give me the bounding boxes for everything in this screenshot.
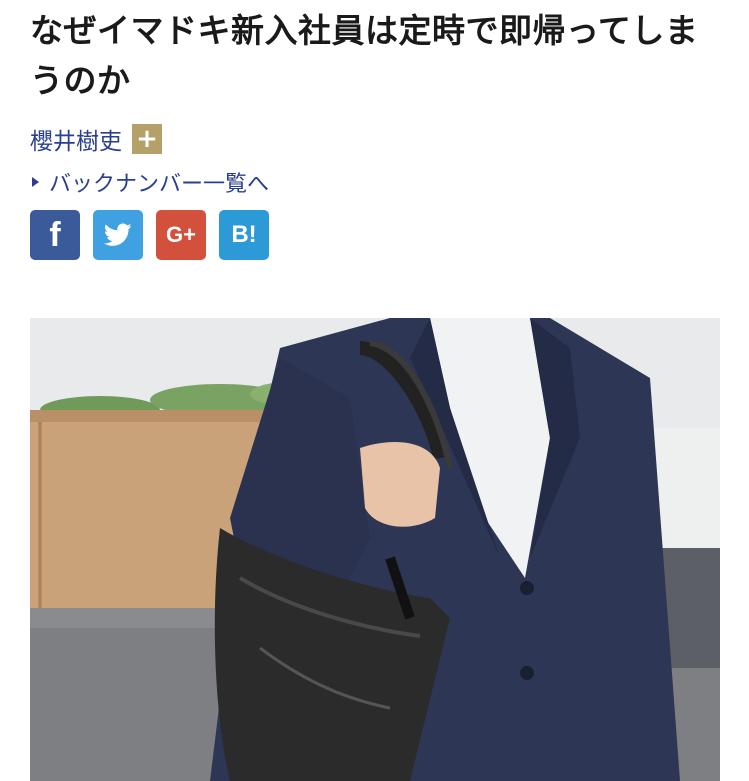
businesswoman-image (30, 318, 720, 781)
backnumber-label: バックナンバー一覧へ (49, 172, 270, 197)
share-buttons: f G+ B! (30, 210, 269, 260)
hatena-icon: B! (231, 221, 257, 248)
follow-author-button[interactable]: + (132, 124, 162, 154)
backnumber-link[interactable]: バックナンバー一覧へ (32, 166, 269, 198)
hatena-bookmark-button[interactable]: B! (219, 210, 269, 260)
googleplus-share-button[interactable]: G+ (156, 210, 206, 260)
triangle-right-icon (32, 177, 39, 187)
twitter-share-button[interactable] (93, 210, 143, 260)
facebook-share-button[interactable]: f (30, 210, 80, 260)
googleplus-icon: G+ (166, 222, 196, 247)
twitter-icon (104, 223, 132, 246)
article-title: なぜイマドキ新入社員は定時で即帰ってしまうのか (30, 11, 699, 100)
author-link[interactable]: 櫻井樹吏 (30, 122, 122, 156)
author-row: 櫻井樹吏 + (30, 122, 162, 156)
facebook-icon: f (49, 215, 61, 254)
article-photo (30, 318, 720, 781)
